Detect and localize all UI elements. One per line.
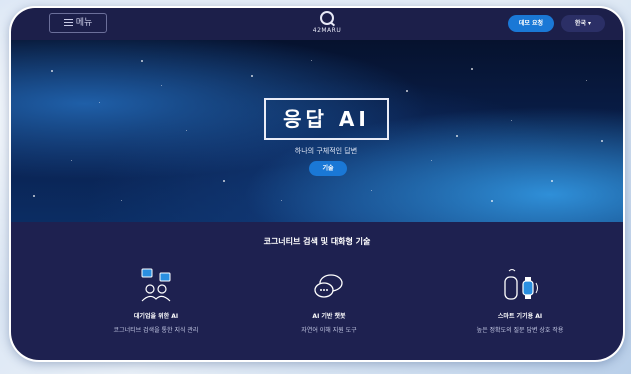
menu-label: 메뉴 — [75, 18, 93, 28]
slide-indicators — [300, 209, 354, 222]
feature-name: 대기업을 위한 AI — [133, 313, 179, 320]
hamburger-icon — [63, 17, 73, 28]
demo-request-button[interactable]: 데모 요청 — [508, 15, 554, 32]
feature-desc: 자연어 이해 지원 도구 — [301, 327, 357, 334]
feature-name: 스마트 기기용 AI — [497, 313, 543, 320]
feature-desc: 코그너티브 검색을 통한 지식 관리 — [113, 327, 199, 334]
browser-frame: 메뉴 42MARU 데모 요청 한국 ▾ 응답 AI 하나의 구체적인 답변 기… — [9, 6, 625, 362]
feature-smart-device-ai[interactable]: 스마트 기기용 AI 높은 정확도의 질문 답변 상호 작용 — [445, 267, 595, 334]
tech-button[interactable]: 기술 — [309, 161, 347, 176]
top-navigation: 메뉴 42MARU 데모 요청 한국 ▾ — [11, 8, 623, 40]
language-selector[interactable]: 한국 ▾ — [561, 15, 605, 32]
hero-title: 응답 AI — [264, 98, 389, 140]
section-title: 코그너티브 검색 및 대화형 기술 — [263, 237, 371, 246]
feature-ai-chatbot[interactable]: AI 기반 챗봇 자연어 이해 지원 도구 — [254, 267, 404, 334]
feature-enterprise-ai[interactable]: 대기업을 위한 AI 코그너티브 검색을 통한 지식 관리 — [81, 267, 231, 334]
menu-button[interactable]: 메뉴 — [49, 13, 107, 33]
feature-desc: 높은 정확도의 질문 답변 상호 작용 — [476, 327, 564, 334]
enterprise-chat-icon — [81, 267, 231, 305]
features-section: 코그너티브 검색 및 대화형 기술 대기업을 위한 AI 코그너티브 검색을 통… — [11, 222, 623, 360]
logo-mark-icon — [320, 11, 334, 25]
feature-name: AI 기반 챗봇 — [312, 313, 346, 320]
hero-banner: 응답 AI 하나의 구체적인 답변 기술 — [11, 40, 623, 222]
smart-devices-icon — [445, 267, 595, 305]
hero-subtitle: 하나의 구체적인 답변 — [294, 147, 358, 155]
chat-bubbles-icon — [254, 267, 404, 305]
logo-text: 42MARU — [312, 27, 342, 34]
logo[interactable]: 42MARU — [305, 11, 349, 34]
